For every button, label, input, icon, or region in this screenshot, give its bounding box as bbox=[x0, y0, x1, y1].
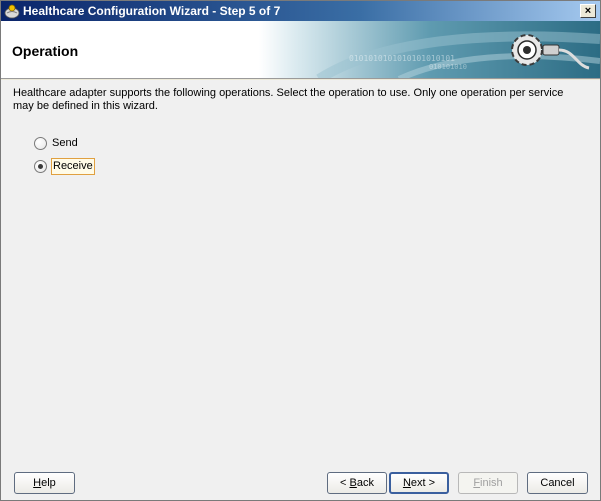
svg-text:0101010101010101010101: 0101010101010101010101 bbox=[349, 54, 455, 63]
title-bar[interactable]: Healthcare Configuration Wizard - Step 5… bbox=[1, 1, 600, 21]
back-accelerator: B bbox=[349, 477, 357, 489]
radio-receive-circle[interactable] bbox=[34, 159, 47, 173]
radio-receive[interactable]: Receive bbox=[34, 157, 95, 175]
description-line-1: Healthcare adapter supports the followin… bbox=[13, 87, 564, 99]
next-accelerator: N bbox=[402, 477, 411, 489]
wizard-header: Operation 0101010101010101010101 0101010… bbox=[1, 21, 600, 79]
banner-image: 0101010101010101010101 010101010 bbox=[259, 21, 600, 78]
back-button[interactable]: < Back bbox=[327, 472, 387, 494]
radio-send-circle[interactable] bbox=[34, 136, 47, 150]
radio-send-label[interactable]: Send bbox=[51, 136, 79, 151]
help-button[interactable]: Help bbox=[14, 472, 75, 494]
button-bar: Help < Back Next > Finish Cancel bbox=[1, 460, 600, 500]
content-area: Healthcare adapter supports the followin… bbox=[1, 80, 600, 460]
app-icon bbox=[4, 4, 20, 19]
finish-button[interactable]: Finish bbox=[458, 472, 518, 494]
page-title: Operation bbox=[12, 43, 79, 59]
close-button[interactable]: × bbox=[580, 4, 596, 18]
svg-text:010101010: 010101010 bbox=[429, 63, 467, 71]
radio-send[interactable]: Send bbox=[34, 135, 79, 151]
operation-description: Healthcare adapter supports the followin… bbox=[13, 87, 583, 113]
description-line-2: may be defined in this wizard. bbox=[13, 100, 158, 112]
help-accelerator: H bbox=[33, 477, 42, 489]
next-button[interactable]: Next > bbox=[389, 472, 449, 494]
window-title: Healthcare Configuration Wizard - Step 5… bbox=[23, 4, 281, 18]
cancel-button[interactable]: Cancel bbox=[527, 472, 588, 494]
wizard-window: Healthcare Configuration Wizard - Step 5… bbox=[0, 0, 601, 501]
radio-receive-label[interactable]: Receive bbox=[51, 157, 95, 175]
